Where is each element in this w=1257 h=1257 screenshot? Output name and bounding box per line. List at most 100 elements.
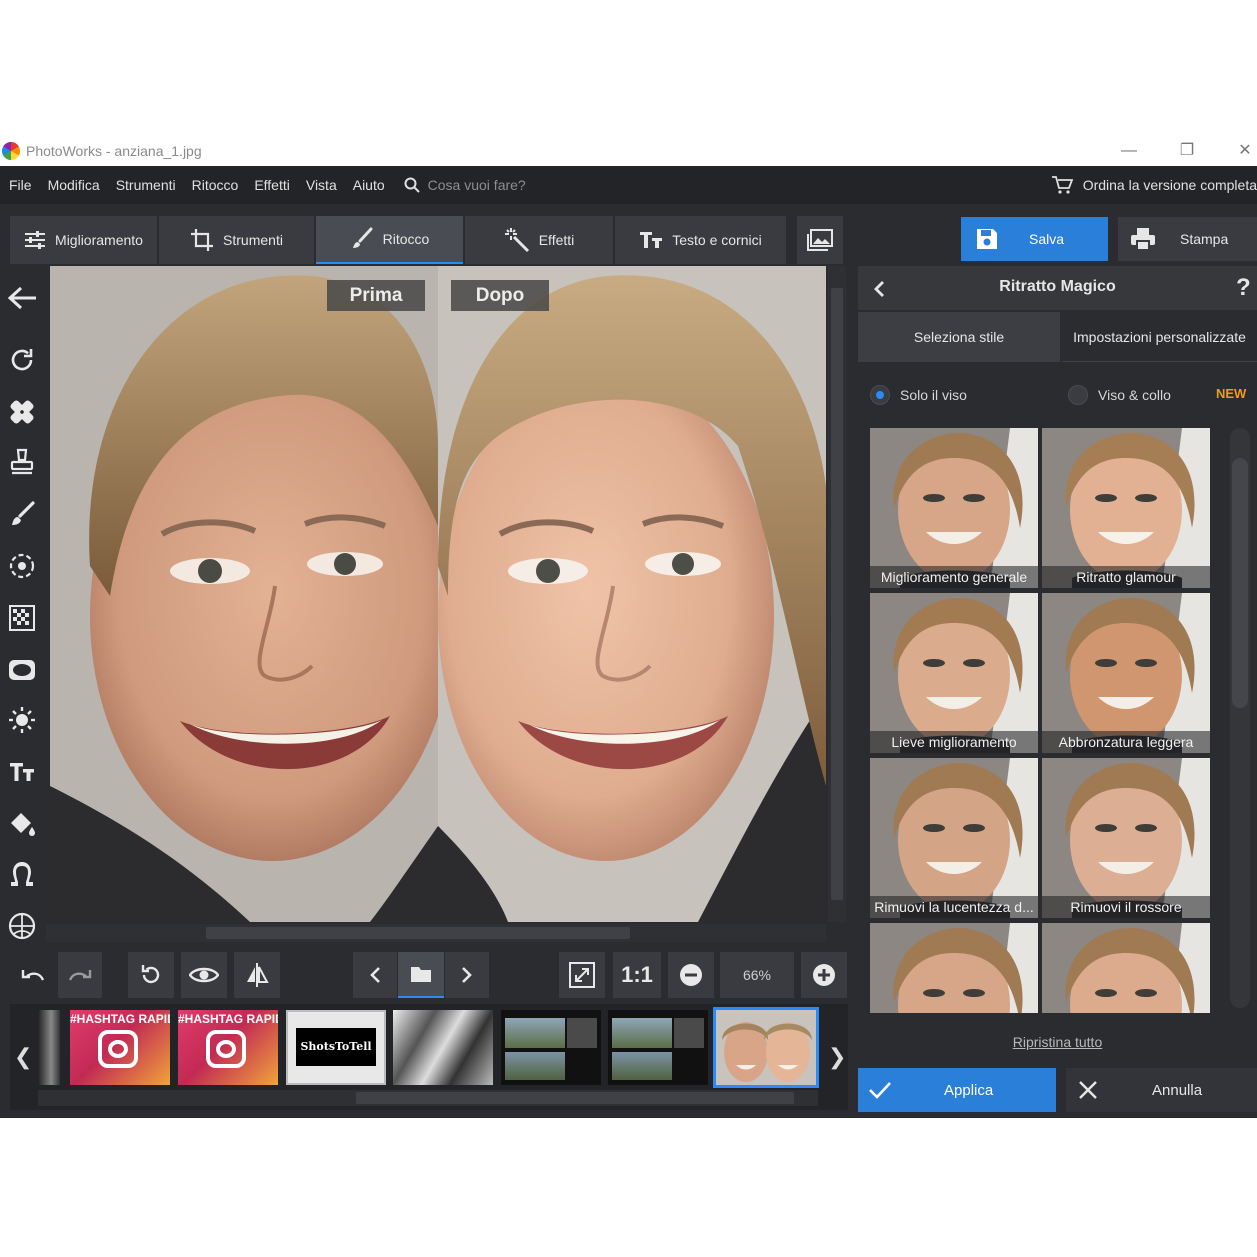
menu-aiuto[interactable]: Aiuto bbox=[353, 177, 385, 193]
cancel-button[interactable]: Annulla bbox=[1066, 1068, 1257, 1112]
healing-patch-icon[interactable] bbox=[6, 396, 38, 428]
rotate-left-icon bbox=[141, 965, 160, 984]
radio-button[interactable] bbox=[1068, 385, 1088, 405]
redo-button[interactable] bbox=[58, 952, 102, 998]
next-photo-button[interactable] bbox=[445, 952, 489, 998]
style-card-light[interactable]: Lieve miglioramento bbox=[870, 593, 1038, 753]
scroll-thumb[interactable] bbox=[206, 927, 630, 939]
style-card-tan[interactable]: Abbronzatura leggera bbox=[1042, 593, 1210, 753]
radio-label: Viso & collo bbox=[1098, 387, 1171, 403]
filmstrip-next-icon[interactable]: ❯ bbox=[828, 1044, 846, 1070]
apply-label: Applica bbox=[944, 1081, 994, 1099]
print-button[interactable]: Stampa bbox=[1118, 217, 1257, 261]
thumbnail-partial[interactable] bbox=[38, 1010, 60, 1085]
style-card-more-1[interactable] bbox=[870, 923, 1038, 1013]
tab-select-style[interactable]: Seleziona stile bbox=[858, 312, 1060, 362]
undo-button[interactable] bbox=[10, 952, 56, 998]
gallery-button[interactable] bbox=[797, 216, 843, 264]
menu-file[interactable]: File bbox=[9, 177, 32, 193]
tab-strumenti[interactable]: Strumenti bbox=[159, 216, 314, 264]
filmstrip-prev-icon[interactable]: ❮ bbox=[14, 1044, 32, 1070]
help-icon[interactable]: ? bbox=[1236, 274, 1251, 302]
radio-face-and-neck[interactable]: Viso & collo bbox=[1068, 384, 1171, 406]
zoom-value: 66% bbox=[742, 967, 772, 983]
window-title: PhotoWorks - anziana_1.jpg bbox=[26, 143, 202, 159]
order-full-version-link[interactable]: Ordina la versione completa bbox=[1051, 166, 1257, 204]
minimize-icon[interactable]: — bbox=[1118, 140, 1140, 162]
tab-label: Strumenti bbox=[223, 232, 283, 248]
before-photo bbox=[50, 266, 438, 922]
preview-button[interactable] bbox=[181, 952, 227, 998]
tab-testo-e-cornici[interactable]: Testo e cornici bbox=[615, 216, 786, 264]
save-label: Salva bbox=[1029, 231, 1065, 247]
tab-miglioramento[interactable]: Miglioramento bbox=[10, 216, 157, 264]
actual-size-label: 1:1 bbox=[621, 962, 653, 987]
checkerboard-icon[interactable] bbox=[6, 602, 38, 634]
zoom-in-button[interactable] bbox=[801, 952, 847, 998]
zoom-out-button[interactable] bbox=[668, 952, 714, 998]
scroll-thumb[interactable] bbox=[356, 1092, 794, 1104]
style-card-glamour[interactable]: Ritratto glamour bbox=[1042, 428, 1210, 588]
compare-button[interactable] bbox=[234, 952, 280, 998]
portrait-silhouette-icon[interactable] bbox=[6, 858, 38, 890]
brush-icon[interactable] bbox=[6, 498, 38, 530]
scroll-thumb[interactable] bbox=[831, 288, 843, 900]
apply-button[interactable]: Applica bbox=[858, 1068, 1056, 1112]
restore-icon[interactable]: ❐ bbox=[1176, 140, 1198, 162]
style-card-remove-shine[interactable]: Rimuovi la lucentezza d... bbox=[870, 758, 1038, 918]
radio-button-selected[interactable] bbox=[870, 385, 890, 405]
menu-modifica[interactable]: Modifica bbox=[48, 177, 100, 193]
search-box[interactable]: Cosa vuoi fare? bbox=[404, 177, 526, 193]
thumbnail-instagram-1[interactable]: #HASHTAG RAPIDI Instagram bbox=[70, 1010, 170, 1085]
filmstrip-scrollbar[interactable] bbox=[38, 1090, 818, 1106]
thumbnail-selected-portrait[interactable] bbox=[713, 1007, 819, 1088]
menu-effetti[interactable]: Effetti bbox=[254, 177, 290, 193]
style-card-general[interactable]: Miglioramento generale bbox=[870, 428, 1038, 588]
style-grid-scrollbar[interactable] bbox=[1228, 428, 1254, 1013]
menu-strumenti[interactable]: Strumenti bbox=[116, 177, 176, 193]
back-arrow-icon[interactable] bbox=[6, 282, 38, 314]
thumbnail-caption: #HASHTAG RAPIDI Instagram bbox=[178, 1012, 278, 1026]
tab-effetti[interactable]: Effetti bbox=[465, 216, 613, 264]
reset-rotation-button[interactable] bbox=[128, 952, 174, 998]
paint-bucket-icon[interactable] bbox=[6, 808, 38, 840]
reset-all-link[interactable]: Ripristina tutto bbox=[858, 1034, 1257, 1050]
open-folder-button[interactable] bbox=[398, 952, 444, 998]
folder-icon bbox=[411, 967, 431, 982]
thumbnail-screenshot-2[interactable] bbox=[608, 1010, 708, 1085]
canvas-horizontal-scrollbar[interactable] bbox=[46, 924, 826, 942]
style-card-remove-redness[interactable]: Rimuovi il rossore bbox=[1042, 758, 1210, 918]
main-tabs: Miglioramento Strumenti Ritocco Effetti … bbox=[10, 216, 788, 264]
target-icon[interactable] bbox=[6, 550, 38, 582]
menu-vista[interactable]: Vista bbox=[306, 177, 337, 193]
thumbnail-instagram-2[interactable]: #HASHTAG RAPIDI Instagram bbox=[178, 1010, 278, 1085]
order-label[interactable]: Ordina la versione completa bbox=[1083, 177, 1257, 193]
text-icon bbox=[640, 232, 663, 248]
menu-ritocco[interactable]: Ritocco bbox=[192, 177, 239, 193]
scroll-thumb[interactable] bbox=[1232, 458, 1248, 708]
close-icon[interactable]: ✕ bbox=[1234, 140, 1256, 162]
thumbnail-bw-photo[interactable] bbox=[393, 1010, 493, 1085]
tab-label: Ritocco bbox=[382, 231, 430, 247]
radio-face-only[interactable]: Solo il viso bbox=[870, 384, 967, 406]
rotate-icon[interactable] bbox=[6, 344, 38, 376]
brightness-icon[interactable] bbox=[6, 704, 38, 736]
tab-custom-settings[interactable]: Impostazioni personalizzate bbox=[1062, 312, 1257, 362]
tab-ritocco[interactable]: Ritocco bbox=[316, 216, 463, 264]
photo-canvas[interactable]: Prima Dopo bbox=[50, 266, 826, 922]
canvas-vertical-scrollbar[interactable] bbox=[828, 266, 846, 922]
actual-size-button[interactable]: 1:1 bbox=[613, 952, 661, 998]
text-icon[interactable] bbox=[6, 756, 38, 788]
search-placeholder[interactable]: Cosa vuoi fare? bbox=[428, 177, 526, 193]
fit-to-screen-button[interactable] bbox=[559, 952, 605, 998]
save-button[interactable]: Salva bbox=[961, 217, 1108, 261]
face-mesh-icon[interactable] bbox=[6, 910, 38, 942]
previous-photo-button[interactable] bbox=[353, 952, 397, 998]
style-card-more-2[interactable] bbox=[1042, 923, 1210, 1013]
zoom-level[interactable]: 66% bbox=[720, 952, 794, 998]
clone-stamp-icon[interactable] bbox=[6, 446, 38, 478]
vignette-icon[interactable] bbox=[6, 654, 38, 686]
thumbnail-shotstotell[interactable]: ShotsToTell bbox=[286, 1010, 386, 1085]
thumbnail-screenshot-1[interactable] bbox=[501, 1010, 601, 1085]
print-label: Stampa bbox=[1180, 231, 1229, 247]
